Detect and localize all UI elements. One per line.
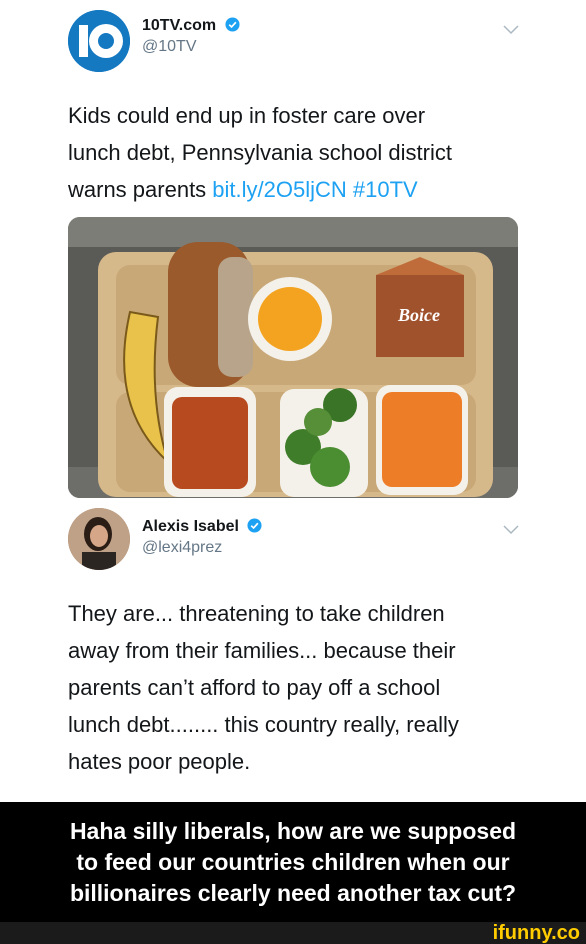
tweet1-author: 10TV.com bbox=[142, 17, 240, 35]
verified-badge-icon bbox=[225, 17, 240, 32]
chevron-down-icon[interactable] bbox=[503, 25, 519, 35]
ifunny-watermark: ifunny.co bbox=[492, 922, 580, 944]
watermark-bar: ifunny.co bbox=[0, 922, 586, 944]
tweet-image[interactable]: Boice bbox=[68, 217, 518, 498]
author-name[interactable]: Alexis Isabel bbox=[142, 518, 239, 535]
caption-line: billionaires clearly need another tax cu… bbox=[69, 879, 517, 906]
author-handle[interactable]: @lexi4prez bbox=[142, 539, 222, 557]
tweet-line: hates poor people. bbox=[68, 749, 251, 774]
meme-caption: Haha silly liberals, how are we supposed… bbox=[0, 802, 586, 922]
10tv-logo-icon bbox=[68, 10, 130, 72]
hashtag-link[interactable]: #10TV bbox=[353, 177, 418, 202]
milk-label: Boice bbox=[397, 305, 440, 325]
author-handle[interactable]: @10TV bbox=[142, 38, 196, 56]
lunch-tray-photo: Boice bbox=[68, 217, 518, 498]
tweet-line: lunch debt, Pennsylvania school district bbox=[68, 140, 452, 165]
tweet-line: parents can’t afford to pay off a school bbox=[68, 675, 441, 700]
caption-line: to feed our countries children when our bbox=[76, 848, 510, 875]
caption-line: Haha silly liberals, how are we supposed bbox=[69, 817, 517, 844]
tweet-line: lunch debt........ this country really, … bbox=[68, 712, 459, 737]
tweet-line: away from their families... because thei… bbox=[68, 638, 456, 663]
tweet-line-prefix: warns parents bbox=[68, 177, 213, 202]
tweet2-text: They are... threatening to take children… bbox=[68, 595, 568, 780]
tweet-line: They are... threatening to take children bbox=[68, 601, 445, 626]
tweet-link[interactable]: bit.ly/2O5ljCN bbox=[212, 177, 346, 202]
verified-badge-icon bbox=[247, 518, 262, 533]
avatar-10tv[interactable] bbox=[68, 10, 130, 72]
author-name[interactable]: 10TV.com bbox=[142, 17, 216, 34]
user-avatar-icon bbox=[68, 508, 130, 570]
tweet-line: Kids could end up in foster care over bbox=[68, 103, 426, 128]
tweet-line: warns parents bit.ly/2O5ljCN #10TV bbox=[68, 171, 548, 208]
tweet1-text: Kids could end up in foster care over lu… bbox=[68, 97, 548, 208]
avatar-alexis[interactable] bbox=[68, 508, 130, 570]
tweet2-author: Alexis Isabel bbox=[142, 518, 262, 536]
chevron-down-icon[interactable] bbox=[503, 525, 519, 535]
